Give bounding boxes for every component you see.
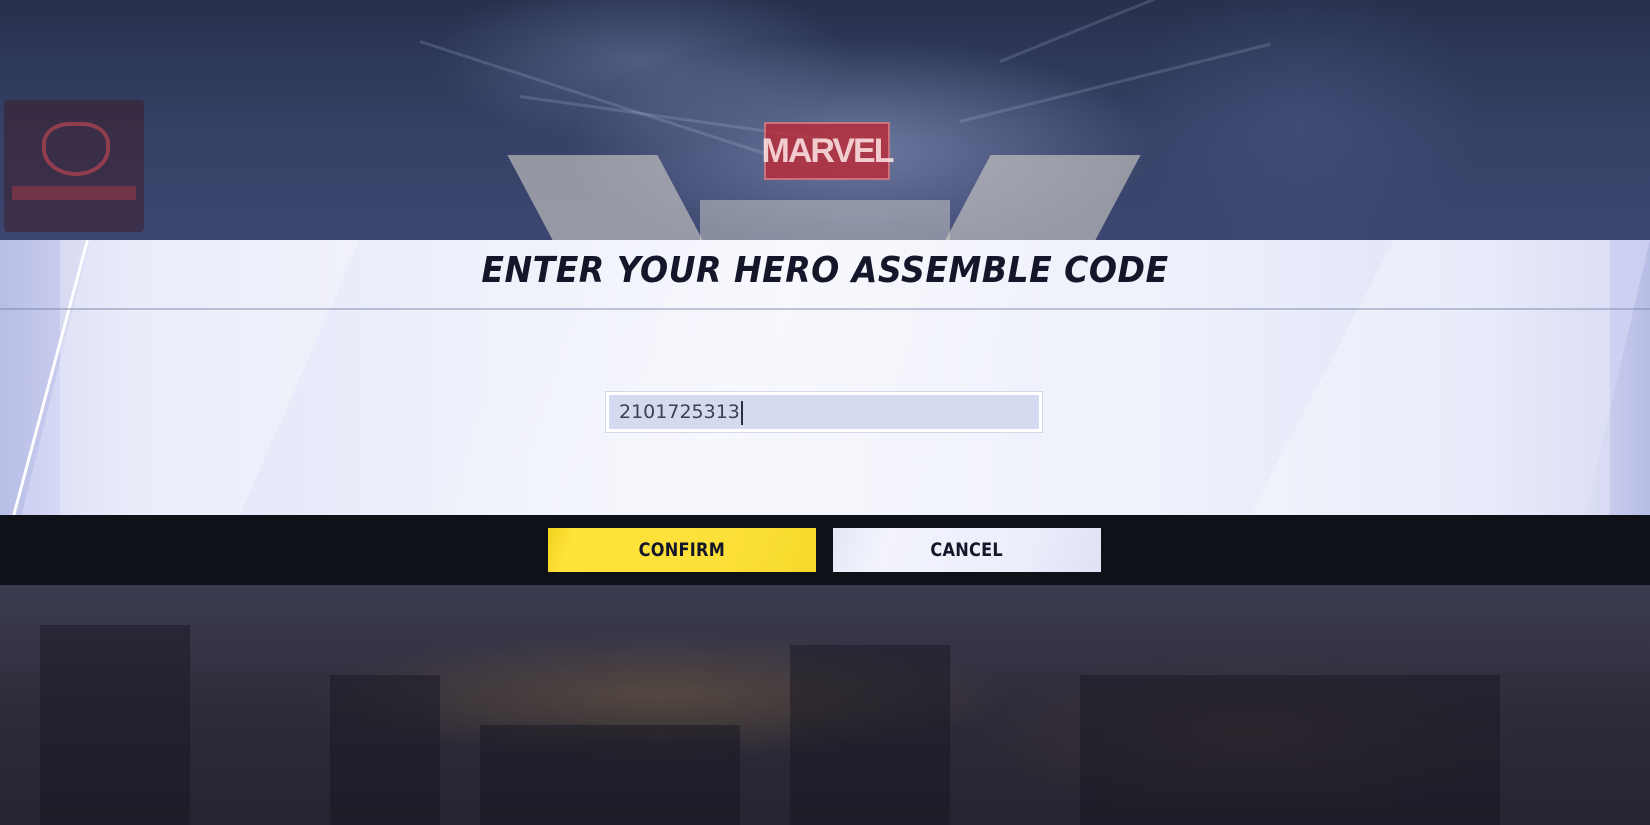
hero-code-value: 2101725313 [619,401,740,423]
cancel-button[interactable]: CANCEL [833,528,1101,572]
background-sky: MARVEL [0,0,1650,240]
hero-code-input[interactable]: 2101725313 [606,392,1042,432]
title-logo-wing-right [945,155,1141,240]
light-ray [419,40,782,161]
team-emblem-icon [4,100,144,232]
title-logo-body [700,200,950,240]
cancel-button-label: CANCEL [930,539,1004,561]
marvel-logo-icon: MARVEL [761,122,895,180]
game-screen: MARVEL ENTER YOUR HERO ASSEMBLE CODE 210… [0,0,1650,825]
background-city [0,585,1650,825]
title-logo-wing-left [507,155,703,240]
building-silhouette [790,645,950,825]
dialog-action-bar [0,515,1650,585]
title-divider [0,308,1650,310]
building-silhouette [480,725,740,825]
building-silhouette [40,625,190,825]
pagoda-silhouette [1080,675,1500,825]
emblem-banner [12,186,136,200]
text-caret [740,400,743,425]
marvel-logo-text: MARVEL [761,131,895,170]
emblem-mark [42,122,110,176]
light-ray [999,0,1335,63]
confirm-button[interactable]: CONFIRM [548,528,816,572]
confirm-button-label: CONFIRM [638,539,726,561]
building-silhouette [330,675,440,825]
light-ray [959,42,1271,123]
dialog-title: ENTER YOUR HERO ASSEMBLE CODE [481,250,1169,291]
